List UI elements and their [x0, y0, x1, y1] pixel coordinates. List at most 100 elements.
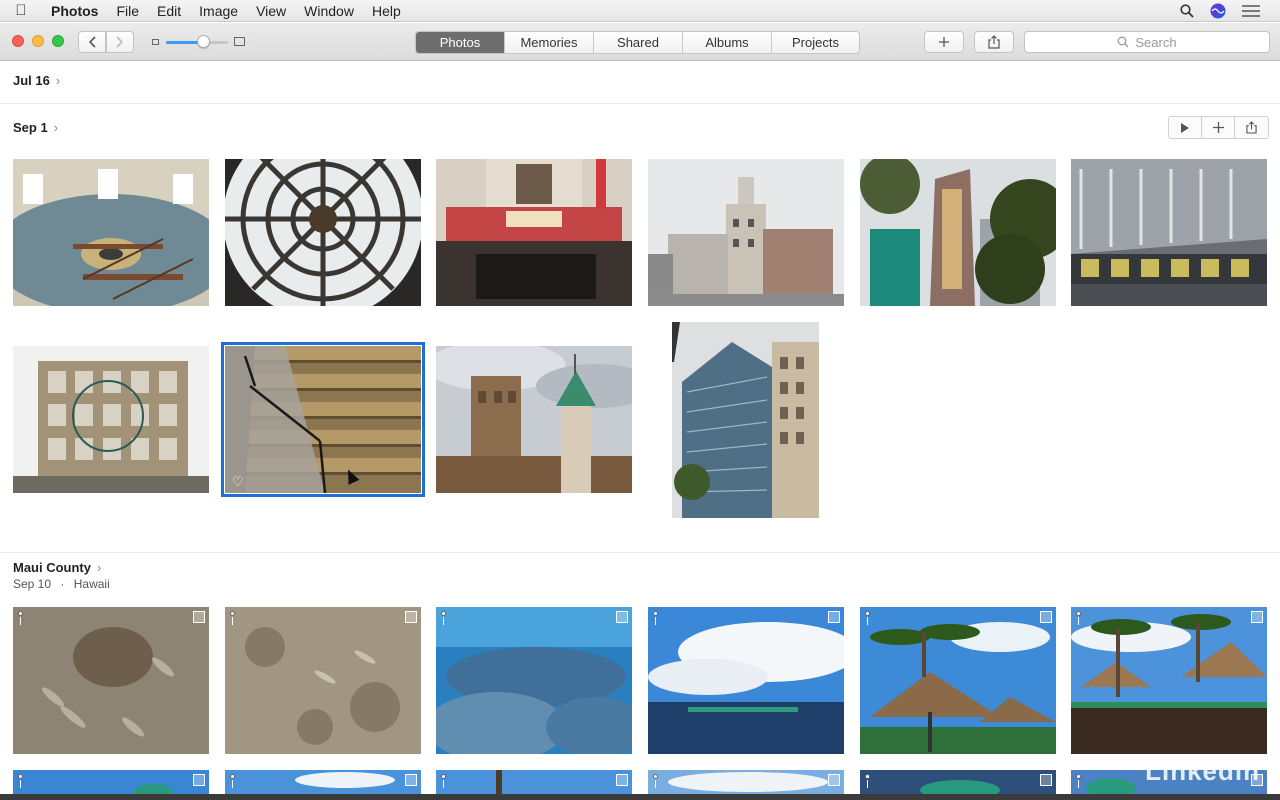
- share-button[interactable]: [974, 31, 1014, 53]
- share-icon: [988, 35, 1000, 49]
- photo-thumbnail[interactable]: [13, 346, 209, 493]
- location-pin-icon: [230, 611, 235, 625]
- window-fullscreen-button[interactable]: [52, 35, 64, 47]
- forward-button[interactable]: [106, 31, 134, 53]
- photo-thumbnail[interactable]: [13, 607, 209, 754]
- menu-edit[interactable]: Edit: [148, 0, 190, 22]
- moment-title: Maui County: [13, 560, 91, 575]
- slideshow-button[interactable]: [1169, 117, 1202, 138]
- photo-thumbnail[interactable]: [1071, 607, 1267, 754]
- window-bottom-edge: [0, 794, 1280, 800]
- search-icon: [1117, 36, 1129, 48]
- location-pin-icon: [230, 774, 235, 788]
- tab-photos[interactable]: Photos: [416, 32, 505, 53]
- tab-projects[interactable]: Projects: [772, 32, 859, 53]
- moment-date: Sep 10: [13, 577, 52, 591]
- live-photo-icon: [1040, 774, 1052, 786]
- chevron-right-icon: ›: [53, 120, 59, 135]
- photo-thumbnail[interactable]: [225, 607, 421, 754]
- menu-window[interactable]: Window: [295, 0, 363, 22]
- photo-thumbnail[interactable]: [225, 159, 421, 306]
- photo-thumbnail[interactable]: [672, 322, 819, 518]
- back-button[interactable]: [78, 31, 106, 53]
- moment-title: Sep 1: [13, 120, 48, 135]
- moment-header-maui[interactable]: Maui County ›: [13, 560, 101, 575]
- moment-title: Jul 16: [13, 73, 50, 88]
- photo-thumbnail[interactable]: [225, 770, 421, 794]
- menu-app-name[interactable]: Photos: [42, 0, 107, 22]
- large-thumbnail-icon: [234, 37, 245, 46]
- location-pin-icon: [18, 611, 23, 625]
- photo-thumbnail[interactable]: [648, 607, 844, 754]
- live-photo-icon: [405, 774, 417, 786]
- live-photo-icon: [828, 611, 840, 623]
- add-button[interactable]: [924, 31, 964, 53]
- photo-thumbnail[interactable]: [860, 159, 1056, 306]
- section-divider: [0, 552, 1280, 553]
- tab-albums[interactable]: Albums: [683, 32, 772, 53]
- photo-thumbnail[interactable]: [1071, 159, 1267, 306]
- location-pin-icon: [653, 611, 658, 625]
- view-tabs: Photos Memories Shared Albums Projects: [415, 31, 860, 54]
- photo-thumbnail[interactable]: [436, 346, 632, 493]
- moment-share-button[interactable]: [1235, 117, 1268, 138]
- menu-help[interactable]: Help: [363, 0, 410, 22]
- small-thumbnail-icon: [152, 39, 159, 45]
- search-field[interactable]: Search: [1024, 31, 1270, 53]
- location-pin-icon: [865, 611, 870, 625]
- moment-header-sep1[interactable]: Sep 1 ›: [13, 120, 58, 135]
- location-pin-icon: [18, 774, 23, 788]
- photo-thumbnail[interactable]: [648, 770, 844, 794]
- notification-center-icon[interactable]: [1242, 5, 1260, 17]
- window-toolbar: Photos Memories Shared Albums Projects S…: [0, 23, 1280, 61]
- search-placeholder: Search: [1135, 34, 1177, 50]
- menu-bar:  Photos File Edit Image View Window Hel…: [0, 0, 1280, 22]
- live-photo-icon: [193, 611, 205, 623]
- moment-location[interactable]: Hawaii: [74, 577, 110, 591]
- favorite-heart-icon[interactable]: ♡: [232, 474, 244, 490]
- subtitle-separator: ·: [60, 577, 65, 591]
- chevron-right-icon: ›: [55, 73, 61, 88]
- window-close-button[interactable]: [12, 35, 24, 47]
- photo-thumbnail[interactable]: [648, 159, 844, 306]
- photo-thumbnail[interactable]: [13, 770, 209, 794]
- location-pin-icon: [1076, 774, 1081, 788]
- chevron-left-icon: [88, 36, 96, 48]
- photo-thumbnail-selected[interactable]: ♡: [221, 342, 425, 497]
- photo-thumbnail[interactable]: [436, 607, 632, 754]
- plus-icon: [1212, 122, 1224, 133]
- live-photo-icon: [616, 611, 628, 623]
- photo-thumbnail[interactable]: [13, 159, 209, 306]
- zoom-slider[interactable]: [150, 35, 250, 49]
- live-photo-icon: [405, 611, 417, 623]
- photo-thumbnail[interactable]: [436, 159, 632, 306]
- tab-shared[interactable]: Shared: [594, 32, 683, 53]
- live-photo-icon: [828, 774, 840, 786]
- tab-memories[interactable]: Memories: [505, 32, 594, 53]
- menu-file[interactable]: File: [107, 0, 148, 22]
- location-pin-icon: [865, 774, 870, 788]
- section-divider: [0, 103, 1280, 104]
- chevron-right-icon: ›: [97, 560, 102, 575]
- location-pin-icon: [653, 774, 658, 788]
- menu-image[interactable]: Image: [190, 0, 247, 22]
- zoom-slider-knob[interactable]: [197, 35, 210, 48]
- moment-header-jul16[interactable]: Jul 16 ›: [13, 73, 60, 88]
- location-pin-icon: [441, 774, 446, 788]
- siri-icon[interactable]: [1210, 3, 1226, 19]
- location-pin-icon: [441, 611, 446, 625]
- photo-thumbnail[interactable]: [436, 770, 632, 794]
- location-pin-icon: [1076, 611, 1081, 625]
- live-photo-icon: [1040, 611, 1052, 623]
- moment-subtitle: Sep 10 · Hawaii: [13, 577, 110, 591]
- photo-thumbnail[interactable]: [860, 770, 1056, 794]
- live-photo-icon: [616, 774, 628, 786]
- moment-add-button[interactable]: [1202, 117, 1235, 138]
- chevron-right-icon: [116, 36, 124, 48]
- linkedin-watermark: Linkedin: [1145, 756, 1260, 786]
- apple-icon[interactable]: : [0, 2, 42, 19]
- window-minimize-button[interactable]: [32, 35, 44, 47]
- spotlight-search-icon[interactable]: [1180, 4, 1194, 18]
- photo-thumbnail[interactable]: [860, 607, 1056, 754]
- menu-view[interactable]: View: [247, 0, 295, 22]
